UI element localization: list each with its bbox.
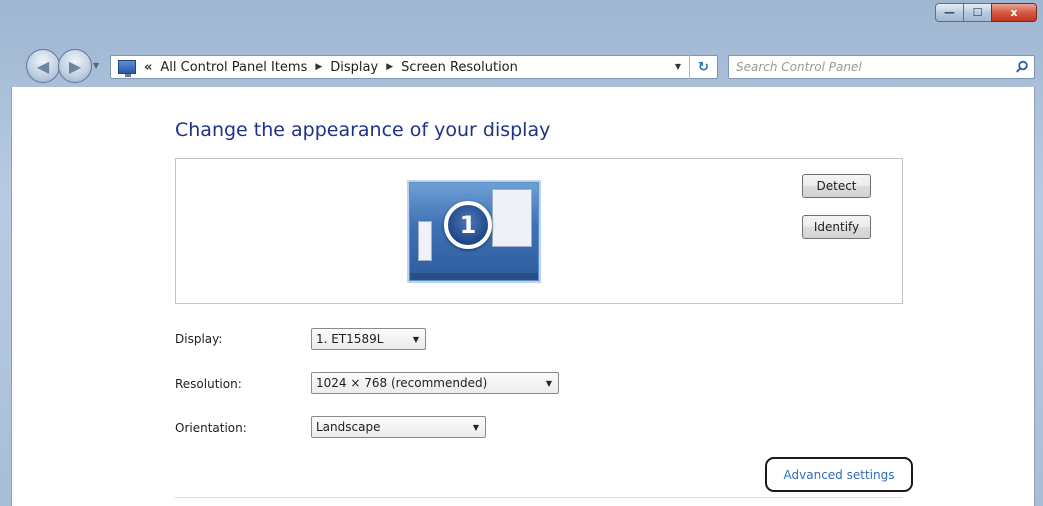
forward-arrow-icon: ▶ <box>68 56 82 76</box>
back-button[interactable]: ◀ <box>26 49 60 83</box>
address-dropdown-icon[interactable]: ▼ <box>675 62 681 71</box>
detect-button[interactable]: Detect <box>802 174 871 198</box>
navigation-bar: ◀ ▶ ▼ « All Control Panel Items ▶ Displa… <box>0 47 1043 87</box>
breadcrumb-separator-icon[interactable]: ▶ <box>315 62 322 72</box>
display-label: Display: <box>175 332 223 346</box>
control-panel-icon <box>118 60 136 77</box>
display-select[interactable]: 1. ET1589L ▼ <box>311 328 426 350</box>
advanced-settings-highlight: Advanced settings <box>765 457 913 492</box>
monitor-1[interactable]: 1 <box>409 182 539 281</box>
divider <box>175 497 903 498</box>
back-arrow-icon: ◀ <box>36 56 50 76</box>
refresh-icon: ↻ <box>698 59 709 75</box>
orientation-label: Orientation: <box>175 421 247 435</box>
chevron-down-icon: ▼ <box>472 422 480 432</box>
display-preview-panel: 1 Detect Identify <box>175 158 903 304</box>
chevron-down-icon: ▼ <box>545 378 553 388</box>
identify-button[interactable]: Identify <box>802 215 871 239</box>
monitor-number-badge: 1 <box>444 201 492 249</box>
display-select-value: 1. ET1589L <box>316 332 384 346</box>
advanced-settings-link[interactable]: Advanced settings <box>784 468 895 482</box>
search-icon[interactable] <box>1010 56 1034 78</box>
orientation-select-value: Landscape <box>316 420 381 434</box>
breadcrumb-overflow-icon[interactable]: « <box>144 60 152 75</box>
orientation-select[interactable]: Landscape ▼ <box>311 416 486 438</box>
recent-pages-dropdown[interactable]: ▼ <box>93 61 99 70</box>
maximize-button[interactable]: ☐ <box>963 3 991 22</box>
window-thumbnail-icon <box>418 221 432 261</box>
address-bar[interactable]: « All Control Panel Items ▶ Display ▶ Sc… <box>110 55 718 79</box>
forward-button[interactable]: ▶ <box>58 49 92 83</box>
page-title: Change the appearance of your display <box>175 119 551 141</box>
breadcrumb-screen-resolution[interactable]: Screen Resolution <box>401 60 518 75</box>
breadcrumb-display[interactable]: Display <box>330 60 378 75</box>
breadcrumb-separator-icon[interactable]: ▶ <box>386 62 393 72</box>
search-box[interactable] <box>728 55 1035 79</box>
refresh-button[interactable]: ↻ <box>689 55 717 79</box>
chevron-down-icon: ▼ <box>412 334 420 344</box>
content-area: Change the appearance of your display 1 … <box>11 87 1035 506</box>
minimize-button[interactable]: — <box>935 3 963 22</box>
window-thumbnail-icon <box>492 189 532 247</box>
search-input[interactable] <box>729 57 1010 77</box>
resolution-select[interactable]: 1024 × 768 (recommended) ▼ <box>311 372 559 394</box>
taskbar-thumbnail <box>410 273 538 280</box>
resolution-select-value: 1024 × 768 (recommended) <box>316 376 488 390</box>
close-button[interactable]: x <box>991 3 1037 22</box>
breadcrumb-all-control-panel-items[interactable]: All Control Panel Items <box>160 60 307 75</box>
caption-buttons: — ☐ x <box>935 3 1037 22</box>
resolution-label: Resolution: <box>175 377 242 391</box>
